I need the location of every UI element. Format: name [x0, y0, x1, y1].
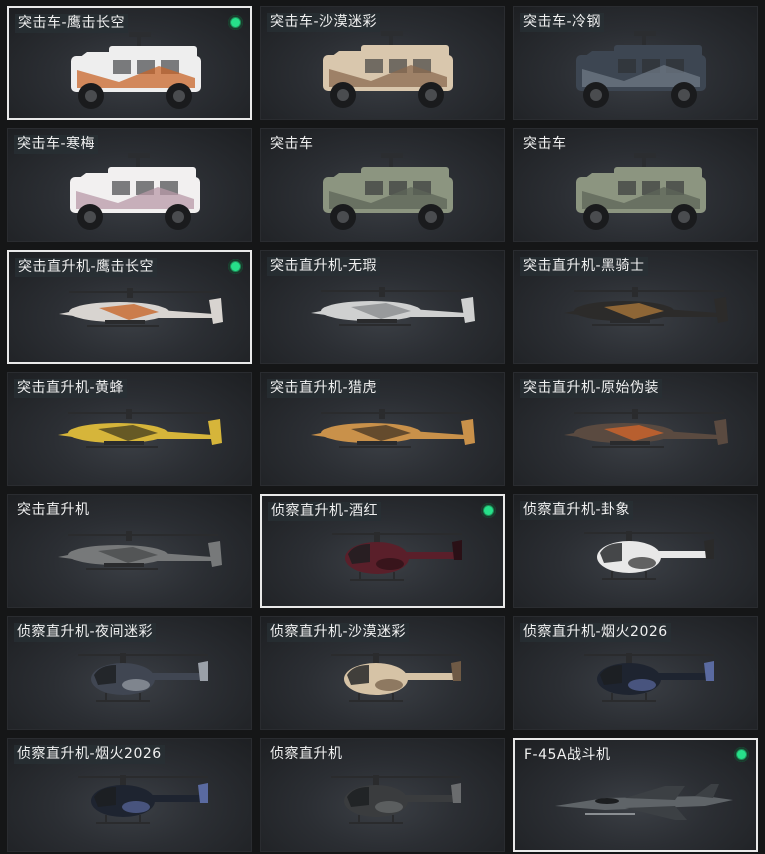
equipped-indicator-icon: [734, 747, 749, 762]
skin-card[interactable]: 突击直升机: [7, 494, 252, 608]
skin-card[interactable]: 突击车: [513, 128, 758, 242]
skin-card[interactable]: 侦察直升机: [260, 738, 505, 852]
skin-card[interactable]: 侦察直升机-夜间迷彩: [7, 616, 252, 730]
skin-name-label: 侦察直升机-酒红: [268, 502, 382, 521]
equipped-indicator-icon: [228, 15, 243, 30]
skin-name-label: 突击直升机-原始伪装: [520, 379, 663, 398]
skin-card[interactable]: 侦察直升机-沙漠迷彩: [260, 616, 505, 730]
skin-name-label: F-45A战斗机: [524, 747, 611, 763]
skin-name-label: 侦察直升机: [270, 746, 343, 762]
skin-card[interactable]: 侦察直升机-烟火2026: [513, 616, 758, 730]
skin-name-label: 突击车-沙漠迷彩: [267, 13, 381, 32]
skin-name-label: 突击车: [523, 136, 567, 152]
skin-name-label: 突击车: [270, 136, 314, 152]
skin-card[interactable]: 突击直升机-黄蜂: [7, 372, 252, 486]
skin-name-label: 侦察直升机-卦象: [520, 501, 634, 520]
skin-card[interactable]: F-45A战斗机: [513, 738, 758, 852]
skin-card[interactable]: 突击直升机-无瑕: [260, 250, 505, 364]
skin-name-label: 突击车-寒梅: [14, 135, 99, 154]
skin-name-label: 突击直升机-猎虎: [267, 379, 381, 398]
skin-name-label: 突击车-鹰击长空: [15, 14, 129, 33]
equipped-indicator-icon: [481, 503, 496, 518]
skin-card[interactable]: 侦察直升机-卦象: [513, 494, 758, 608]
skin-card[interactable]: 侦察直升机-烟火2026: [7, 738, 252, 852]
skin-name-label: 突击直升机: [17, 502, 90, 518]
skin-card[interactable]: 侦察直升机-酒红: [260, 494, 505, 608]
skin-card[interactable]: 突击车-冷钢: [513, 6, 758, 120]
skin-card[interactable]: 突击直升机-原始伪装: [513, 372, 758, 486]
vehicle-skin-grid: 突击车-鹰击长空 突击车-沙漠迷彩 突击车-冷钢 突击车-寒梅 突击车 突击车 …: [0, 0, 765, 854]
skin-name-label: 突击直升机-鹰击长空: [15, 258, 158, 277]
skin-card[interactable]: 突击直升机-猎虎: [260, 372, 505, 486]
skin-card[interactable]: 突击车-沙漠迷彩: [260, 6, 505, 120]
skin-name-label: 侦察直升机-烟火2026: [520, 623, 671, 642]
skin-card[interactable]: 突击直升机-鹰击长空: [7, 250, 252, 364]
skin-card[interactable]: 突击车-寒梅: [7, 128, 252, 242]
skin-name-label: 突击车-冷钢: [520, 13, 605, 32]
skin-name-label: 突击直升机-黑骑士: [520, 257, 648, 276]
skin-name-label: 侦察直升机-沙漠迷彩: [267, 623, 410, 642]
skin-name-label: 侦察直升机-夜间迷彩: [14, 623, 157, 642]
skin-card[interactable]: 突击直升机-黑骑士: [513, 250, 758, 364]
skin-card[interactable]: 突击车: [260, 128, 505, 242]
skin-name-label: 突击直升机-无瑕: [267, 257, 381, 276]
skin-name-label: 突击直升机-黄蜂: [14, 379, 128, 398]
skin-card[interactable]: 突击车-鹰击长空: [7, 6, 252, 120]
equipped-indicator-icon: [228, 259, 243, 274]
skin-name-label: 侦察直升机-烟火2026: [14, 745, 165, 764]
